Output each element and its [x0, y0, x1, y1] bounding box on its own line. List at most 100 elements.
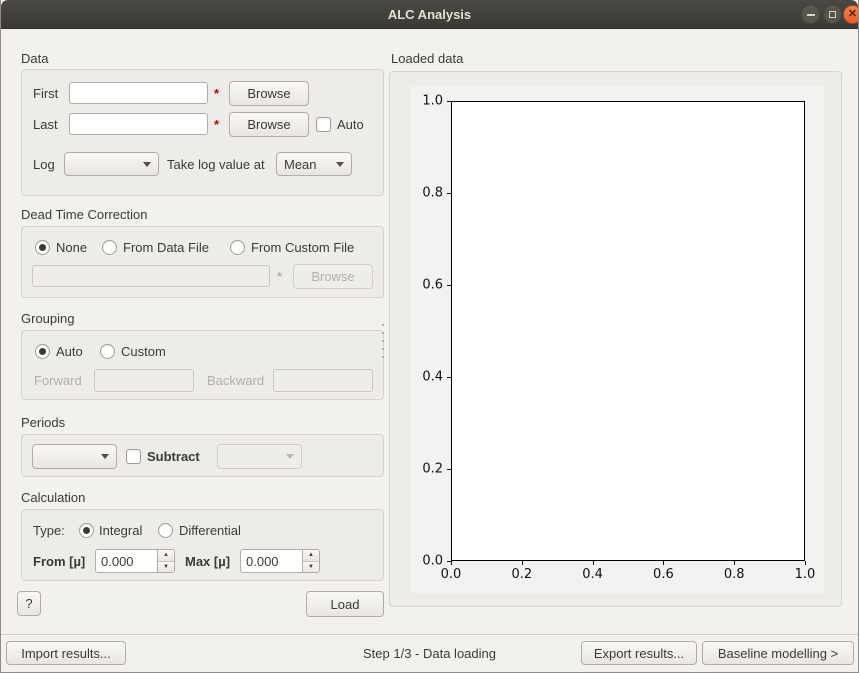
splitter-handle[interactable] [380, 318, 386, 360]
calculation-section: Type: Integral Differential From [µ] ▲ ▼… [21, 509, 384, 581]
data-section-title: Data [21, 50, 48, 66]
grouping-auto-radio[interactable] [35, 344, 50, 359]
auto-last-label: Auto [337, 113, 364, 135]
plot-figure: 1.00.80.60.40.20.0 0.00.20.40.60.81.0 [411, 86, 824, 593]
y-tick-label: 0.8 [422, 186, 443, 201]
last-label: Last [33, 113, 58, 135]
first-browse-button[interactable]: Browse [229, 81, 309, 106]
auto-last-checkbox[interactable] [316, 117, 331, 132]
export-results-button[interactable]: Export results... [581, 641, 697, 665]
grouping-section-title: Grouping [21, 310, 74, 326]
log-value-at-combobox[interactable]: Mean [276, 152, 352, 176]
data-section: First * Browse Last * Browse Auto Log Ta… [21, 69, 384, 196]
x-tick-mark [593, 561, 594, 565]
x-tick-label: 0.2 [511, 567, 532, 582]
spin-up-icon[interactable]: ▲ [158, 550, 174, 562]
max-mu-label: Max [µ] [185, 549, 230, 573]
dead-time-data-file-radio[interactable] [102, 240, 117, 255]
alc-analysis-window: ALC Analysis ✕ Data First * Browse Last … [0, 0, 859, 673]
type-differential-radio[interactable] [158, 523, 173, 538]
spin-up-icon[interactable]: ▲ [303, 550, 319, 562]
footer-separator [1, 634, 858, 635]
first-run-input[interactable] [69, 82, 208, 104]
y-tick-mark [447, 377, 451, 378]
help-button[interactable]: ? [17, 591, 41, 616]
dead-time-custom-file-label: From Custom File [251, 238, 354, 256]
last-run-input[interactable] [69, 113, 208, 135]
chevron-down-icon [336, 162, 344, 167]
minimize-button[interactable] [801, 5, 820, 24]
type-label: Type: [33, 521, 65, 539]
calculation-section-title: Calculation [21, 489, 85, 505]
x-axis-ticks: 0.00.20.40.60.81.0 [451, 561, 805, 587]
max-mu-spinbox[interactable]: ▲ ▼ [240, 549, 320, 573]
maximize-button[interactable] [823, 5, 842, 24]
type-integral-label: Integral [99, 521, 142, 539]
dead-time-none-label: None [56, 238, 87, 256]
spinner-buttons[interactable]: ▲ ▼ [302, 550, 319, 572]
y-tick-mark [447, 101, 451, 102]
grouping-custom-label: Custom [121, 342, 166, 360]
x-tick-mark [451, 561, 452, 565]
grouping-custom-radio[interactable] [100, 344, 115, 359]
from-mu-value[interactable] [96, 550, 157, 572]
plot-axes [451, 101, 805, 561]
spin-down-icon[interactable]: ▼ [303, 562, 319, 573]
last-browse-button[interactable]: Browse [229, 112, 309, 137]
dead-time-section-title: Dead Time Correction [21, 206, 147, 222]
from-mu-spinbox[interactable]: ▲ ▼ [95, 549, 175, 573]
window-title: ALC Analysis [1, 0, 858, 29]
load-button[interactable]: Load [306, 591, 384, 617]
dead-time-required-marker: * [277, 265, 282, 287]
dead-time-custom-file-radio[interactable] [230, 240, 245, 255]
first-required-marker: * [214, 82, 219, 104]
subtract-checkbox[interactable] [126, 449, 141, 464]
max-mu-value[interactable] [241, 550, 302, 572]
backward-label: Backward [207, 369, 264, 392]
first-label: First [33, 82, 58, 104]
take-log-value-label: Take log value at [167, 152, 265, 176]
y-tick-label: 0.6 [422, 278, 443, 293]
dead-time-data-file-label: From Data File [123, 238, 209, 256]
type-differential-label: Differential [179, 521, 241, 539]
x-tick-label: 1.0 [795, 567, 816, 582]
type-integral-radio[interactable] [79, 523, 94, 538]
close-icon: ✕ [848, 9, 857, 20]
x-tick-label: 0.8 [724, 567, 745, 582]
x-tick-mark [734, 561, 735, 565]
period-combobox[interactable] [32, 444, 117, 469]
dead-time-none-radio[interactable] [35, 240, 50, 255]
log-combobox[interactable] [64, 152, 159, 176]
y-tick-label: 0.2 [422, 462, 443, 477]
x-tick-mark [805, 561, 806, 565]
y-tick-label: 0.4 [422, 370, 443, 385]
periods-section: Subtract [21, 434, 384, 477]
periods-section-title: Periods [21, 414, 65, 430]
close-button[interactable]: ✕ [843, 5, 859, 24]
y-tick-mark [447, 469, 451, 470]
x-tick-mark [663, 561, 664, 565]
last-required-marker: * [214, 113, 219, 135]
baseline-modelling-button[interactable]: Baseline modelling > [702, 641, 854, 665]
backward-grouping-input [273, 369, 373, 392]
spin-down-icon[interactable]: ▼ [158, 562, 174, 573]
grouping-section: Auto Custom Forward Backward [21, 330, 384, 400]
forward-label: Forward [34, 369, 82, 392]
x-tick-label: 0.6 [653, 567, 674, 582]
titlebar: ALC Analysis ✕ [1, 0, 858, 29]
forward-grouping-input [94, 369, 194, 392]
minimize-icon [807, 14, 815, 16]
spinner-buttons[interactable]: ▲ ▼ [157, 550, 174, 572]
loaded-data-title: Loaded data [391, 50, 463, 66]
y-tick-mark [447, 193, 451, 194]
chevron-down-icon [143, 162, 151, 167]
x-tick-label: 0.4 [582, 567, 603, 582]
chevron-down-icon [101, 454, 109, 459]
grouping-auto-label: Auto [56, 342, 83, 360]
subtract-label: Subtract [147, 447, 200, 465]
maximize-icon [829, 11, 836, 18]
dead-time-section: None From Data File From Custom File * B… [21, 226, 384, 298]
log-value-at-value: Mean [284, 157, 330, 172]
loaded-data-panel: 1.00.80.60.40.20.0 0.00.20.40.60.81.0 [389, 71, 842, 607]
y-tick-label: 1.0 [422, 94, 443, 109]
